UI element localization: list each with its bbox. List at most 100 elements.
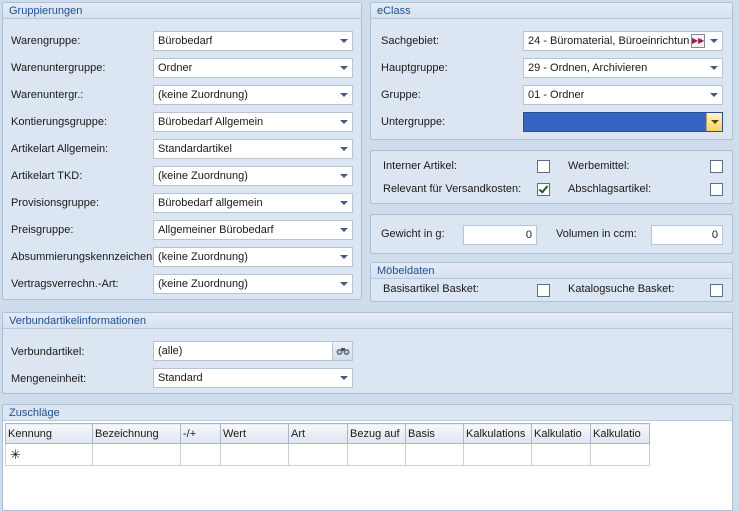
chevron-down-icon[interactable] xyxy=(336,275,352,293)
gruppe-combo[interactable]: 01 - Ordner xyxy=(523,85,723,105)
new-row-marker: ✳ xyxy=(5,443,93,466)
sachgebiet-combo[interactable]: 24 - Büromaterial, Büroeinrichtun ▶▶ xyxy=(523,31,723,51)
abschlagsartikel-label: Abschlagsartikel: xyxy=(568,183,652,195)
gruppierung-value: Bürobedarf xyxy=(158,35,213,47)
mengeneinheit-value: Standard xyxy=(158,372,203,384)
chevron-down-icon[interactable] xyxy=(706,59,722,77)
grid-column-header[interactable]: Kalkulatio xyxy=(531,423,591,444)
eclass-title: eClass xyxy=(377,5,411,17)
gruppierung-combo[interactable]: Ordner xyxy=(153,58,353,78)
mengeneinheit-combo[interactable]: Standard xyxy=(153,368,353,388)
gruppierung-combo[interactable]: (keine Zuordnung) xyxy=(153,274,353,294)
chevron-down-icon[interactable] xyxy=(336,32,352,50)
binoculars-icon[interactable] xyxy=(332,342,352,360)
grid-column-header[interactable]: Kalkulatio xyxy=(590,423,650,444)
gruppierung-label: Vertragsverrechn.-Art: xyxy=(11,278,119,290)
gruppierung-combo[interactable]: Allgemeiner Bürobedarf xyxy=(153,220,353,240)
grid-column-header[interactable]: Bezeichnung xyxy=(92,423,181,444)
untergruppe-label: Untergruppe: xyxy=(381,116,446,128)
gruppierung-combo[interactable]: (keine Zuordnung) xyxy=(153,166,353,186)
chevron-down-icon[interactable] xyxy=(336,248,352,266)
eclass-panel: eClass Sachgebiet: 24 - Büromaterial, Bü… xyxy=(370,2,733,140)
zuschlaege-panel: Zuschläge Kennung Bezeichnung -/+ Wert Art Be… xyxy=(2,404,733,511)
gruppierung-label: Preisgruppe: xyxy=(11,224,74,236)
relevant-versand-checkbox[interactable] xyxy=(537,183,550,196)
katalogsuche-checkbox[interactable] xyxy=(710,284,723,297)
gruppierung-label: Warenuntergruppe: xyxy=(11,62,106,74)
hauptgruppe-value: 29 - Ordnen, Archivieren xyxy=(528,62,648,74)
sachgebiet-value: 24 - Büromaterial, Büroeinrichtun xyxy=(528,35,690,47)
hauptgruppe-label: Hauptgruppe: xyxy=(381,62,448,74)
chevron-down-icon[interactable] xyxy=(336,369,352,387)
gruppierungen-title: Gruppierungen xyxy=(9,5,83,17)
sachgebiet-label: Sachgebiet: xyxy=(381,35,440,47)
relevant-versand-label: Relevant für Versandkosten: xyxy=(383,183,522,195)
gruppierung-value: (keine Zuordnung) xyxy=(158,170,248,182)
gruppierung-value: (keine Zuordnung) xyxy=(158,89,248,101)
grid-column-header[interactable]: Wert xyxy=(220,423,289,444)
gruppierung-label: Warenuntergr.: xyxy=(11,89,84,101)
gruppierung-label: Absummierungskennzeichen: xyxy=(11,251,156,263)
chevron-down-icon[interactable] xyxy=(336,194,352,212)
gruppierung-value: Bürobedarf Allgemein xyxy=(158,116,264,128)
gruppierung-combo[interactable]: Bürobedarf allgemein xyxy=(153,193,353,213)
gruppierung-label: Artikelart Allgemein: xyxy=(11,143,109,155)
interner-artikel-label: Interner Artikel: xyxy=(383,160,457,172)
abschlagsartikel-checkbox[interactable] xyxy=(710,183,723,196)
check-icon xyxy=(538,183,549,194)
gruppierung-combo[interactable]: Bürobedarf Allgemein xyxy=(153,112,353,132)
zuschlaege-title-bar xyxy=(3,405,732,421)
gruppierung-label: Kontierungsgruppe: xyxy=(11,116,108,128)
flags-panel: Interner Artikel: Werbemittel: Relevant … xyxy=(370,150,733,204)
grid-column-header[interactable]: Basis xyxy=(405,423,464,444)
werbemittel-checkbox[interactable] xyxy=(710,160,723,173)
gruppierung-value: Ordner xyxy=(158,62,193,74)
gruppierung-value: Bürobedarf allgemein xyxy=(158,197,263,209)
gruppierung-combo[interactable]: (keine Zuordnung) xyxy=(153,85,353,105)
gruppierung-combo[interactable]: Bürobedarf xyxy=(153,31,353,51)
masse-panel: Gewicht in g: 0 Volumen in ccm: 0 xyxy=(370,214,733,254)
gruppierung-combo[interactable]: (keine Zuordnung) xyxy=(153,247,353,267)
basisartikel-checkbox[interactable] xyxy=(537,284,550,297)
basisartikel-label: Basisartikel Basket: xyxy=(383,283,479,295)
chevron-down-icon[interactable] xyxy=(336,221,352,239)
gruppierungen-panel: Gruppierungen Warengruppe: Bürobedarf Ware… xyxy=(2,2,362,300)
chevron-down-icon[interactable] xyxy=(336,113,352,131)
gruppe-label: Gruppe: xyxy=(381,89,421,101)
chevron-down-icon[interactable] xyxy=(706,113,722,131)
gruppierung-combo[interactable]: Standardartikel xyxy=(153,139,353,159)
gruppierung-value: Standardartikel xyxy=(158,143,232,155)
grid-column-header[interactable]: -/+ xyxy=(180,423,221,444)
interner-artikel-checkbox[interactable] xyxy=(537,160,550,173)
chevron-down-icon[interactable] xyxy=(336,59,352,77)
chevron-down-icon[interactable] xyxy=(706,86,722,104)
chevron-down-icon[interactable] xyxy=(336,167,352,185)
volumen-label: Volumen in ccm: xyxy=(556,228,637,240)
chevron-down-icon[interactable] xyxy=(336,86,352,104)
verbundartikel-label: Verbundartikel: xyxy=(11,346,85,358)
gruppe-value: 01 - Ordner xyxy=(528,89,585,101)
verbundartikel-lookup[interactable]: (alle) xyxy=(153,341,353,361)
werbemittel-label: Werbemittel: xyxy=(568,160,630,172)
hauptgruppe-combo[interactable]: 29 - Ordnen, Archivieren xyxy=(523,58,723,78)
zuschlaege-grid[interactable]: Kennung Bezeichnung -/+ Wert Art Bezug auf Bas… xyxy=(5,423,650,466)
new-row[interactable]: ✳ xyxy=(5,443,650,466)
moebeldaten-panel: Möbeldaten Basisartikel Basket: Katalogs… xyxy=(370,262,733,302)
grid-column-header[interactable]: Bezug auf xyxy=(347,423,406,444)
volumen-input[interactable]: 0 xyxy=(651,225,723,245)
grid-column-header[interactable]: Kalkulations xyxy=(463,423,532,444)
chevron-down-icon[interactable] xyxy=(336,140,352,158)
gruppierung-label: Artikelart TKD: xyxy=(11,170,83,182)
gruppierung-value: (keine Zuordnung) xyxy=(158,251,248,263)
navigate-icon[interactable]: ▶▶ xyxy=(691,34,705,48)
chevron-down-icon[interactable] xyxy=(706,32,722,50)
untergruppe-combo[interactable] xyxy=(523,112,723,132)
mengeneinheit-label: Mengeneinheit: xyxy=(11,373,87,385)
gewicht-input[interactable]: 0 xyxy=(463,225,537,245)
gruppierung-label: Provisionsgruppe: xyxy=(11,197,100,209)
gruppierung-value: (keine Zuordnung) xyxy=(158,278,248,290)
grid-column-header[interactable]: Kennung xyxy=(5,423,93,444)
gruppierung-label: Warengruppe: xyxy=(11,35,81,47)
grid-column-header[interactable]: Art xyxy=(288,423,348,444)
zuschlaege-title: Zuschläge xyxy=(9,407,60,419)
